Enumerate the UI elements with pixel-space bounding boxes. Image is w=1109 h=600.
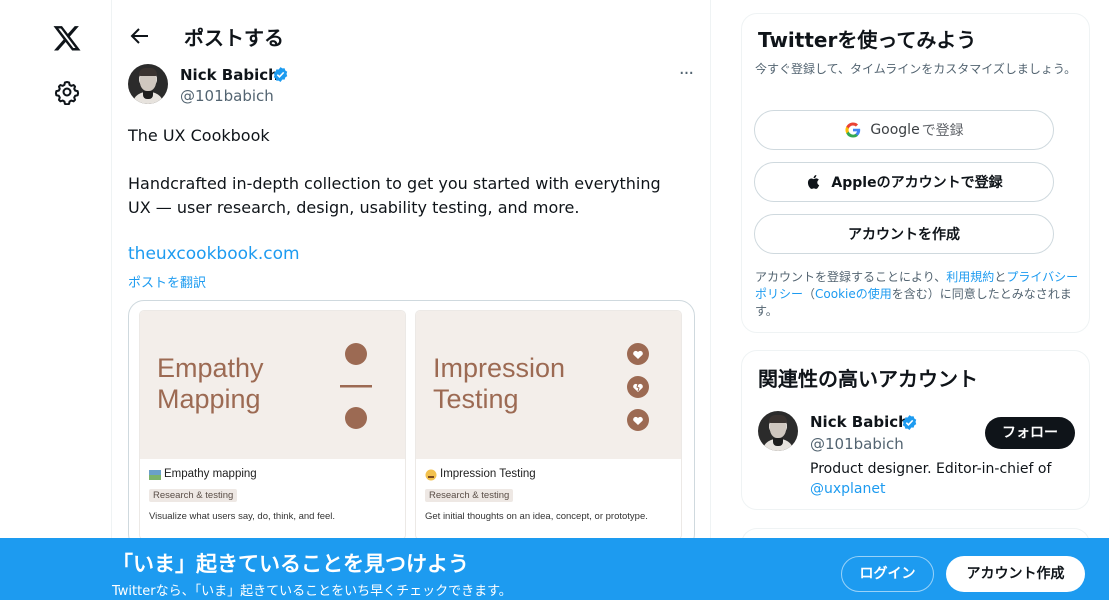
cookie-use-link[interactable]: Cookieの使用 <box>815 287 892 301</box>
card-art: Impression Testing <box>416 311 681 459</box>
shaking-face-emoji-icon <box>425 469 437 481</box>
verified-badge-icon <box>902 415 917 430</box>
banner-signup-button[interactable]: アカウント作成 <box>946 556 1085 592</box>
follow-button[interactable]: フォロー <box>985 417 1075 449</box>
apple-icon <box>808 175 820 189</box>
left-nav <box>0 0 112 600</box>
gear-icon[interactable] <box>54 79 80 105</box>
main-column: ポストする Nick Babich @101babich ··· The UX … <box>111 0 711 600</box>
card-tag: Research & testing <box>425 489 514 502</box>
login-button[interactable]: ログイン <box>841 556 934 592</box>
terms-of-service-link[interactable]: 利用規約 <box>946 270 994 284</box>
card-title: Empathy mapping <box>164 468 257 480</box>
related-accounts-panel: 関連性の高いアカウント Nick Babich @101babich フォロー … <box>741 350 1090 510</box>
post-text-title: The UX Cookbook <box>128 126 270 145</box>
card-art-title: Empathy Mapping <box>157 353 264 414</box>
card-description: Get initial thoughts on an idea, concept… <box>425 511 648 522</box>
avatar[interactable] <box>758 411 798 451</box>
empathy-shapes-icon <box>340 343 372 429</box>
card-art-title: Impression Testing <box>433 353 566 414</box>
post-media[interactable]: Empathy Mapping Empathy mapping Research… <box>128 300 695 550</box>
signup-subtitle: 今すぐ登録して、タイムラインをカスタマイズしましょう。 <box>755 62 1077 76</box>
arrow-left-icon[interactable] <box>128 24 152 48</box>
card-art: Empathy Mapping <box>140 311 405 459</box>
apple-signup-button[interactable]: Appleのアカウントで登録 <box>754 162 1054 202</box>
related-account-handle[interactable]: @101babich <box>810 435 904 453</box>
hearts-icon <box>627 343 649 431</box>
media-card-impression[interactable]: Impression Testing Impression Testing Re… <box>415 310 682 540</box>
map-emoji-icon <box>149 470 161 480</box>
bio-mention-link[interactable]: @uxplanet <box>810 481 886 497</box>
related-title: 関連性の高いアカウント <box>758 367 978 391</box>
create-account-button[interactable]: アカウントを作成 <box>754 214 1054 254</box>
author-name[interactable]: Nick Babich <box>180 66 279 84</box>
card-description: Visualize what users say, do, think, and… <box>149 511 336 522</box>
signup-title: Twitterを使ってみよう <box>758 28 977 52</box>
google-signup-button[interactable]: Google で登録 <box>754 110 1054 150</box>
more-options-icon[interactable]: ··· <box>674 62 698 86</box>
banner-subtitle: Twitterなら、「いま」起きていることをいち早くチェックできます。 <box>112 584 512 599</box>
translate-post-link[interactable]: ポストを翻訳 <box>128 272 206 291</box>
card-tag: Research & testing <box>149 489 238 502</box>
verified-badge-icon <box>273 67 288 82</box>
terms-text: アカウントを登録することにより、利用規約とプライバシーポリシー（Cookieの使… <box>755 270 1079 318</box>
google-icon <box>845 122 861 138</box>
signup-panel: Twitterを使ってみよう 今すぐ登録して、タイムラインをカスタマイズしましょ… <box>741 13 1090 333</box>
post-link[interactable]: theuxcookbook.com <box>128 244 300 264</box>
signup-banner: 「いま」起きていることを見つけよう Twitterなら、「いま」起きていることを… <box>0 538 1109 600</box>
related-account-bio: Product designer. Editor-in-chief of @ux… <box>810 461 1052 497</box>
x-logo-icon[interactable] <box>52 22 82 54</box>
author-handle[interactable]: @101babich <box>180 87 274 105</box>
media-card-empathy[interactable]: Empathy Mapping Empathy mapping Research… <box>139 310 406 540</box>
related-account-name[interactable]: Nick Babich <box>810 413 909 431</box>
banner-title: 「いま」起きていることを見つけよう <box>112 552 469 576</box>
post-text-body: Handcrafted in-depth collection to get y… <box>128 174 661 217</box>
avatar[interactable] <box>128 64 168 104</box>
card-title: Impression Testing <box>440 468 536 480</box>
page-title: ポストする <box>184 26 284 50</box>
